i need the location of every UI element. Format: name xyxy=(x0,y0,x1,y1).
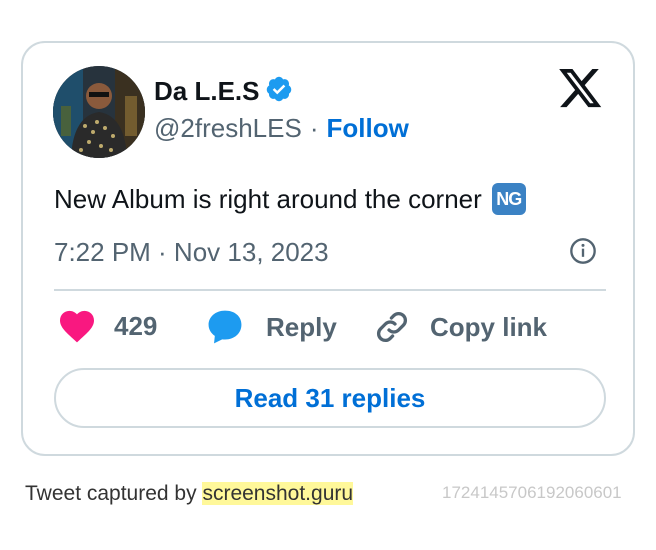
link-icon xyxy=(377,312,407,342)
reply-label: Reply xyxy=(266,311,337,342)
tweet-id: 1724145706192060601 xyxy=(442,483,622,502)
avatar[interactable] xyxy=(53,66,145,158)
capture-credit: Tweet captured by screenshot.guru xyxy=(25,482,354,506)
copy-link-button[interactable]: Copy link xyxy=(374,309,547,345)
verified-badge-icon xyxy=(265,75,293,108)
tweet-card: Da L.E.S @2freshLES · Follow New Album i… xyxy=(21,41,635,456)
author-name-row: Da L.E.S xyxy=(154,75,293,108)
reply-bubble-icon xyxy=(208,310,242,344)
tweet-body: New Album is right around the corner xyxy=(54,183,482,214)
capture-credit-prefix: Tweet captured by xyxy=(25,482,197,505)
follow-button[interactable]: Follow xyxy=(326,113,408,144)
x-logo-icon[interactable] xyxy=(559,69,603,109)
author-handle[interactable]: @2freshLES xyxy=(154,113,302,144)
tweet-timestamp[interactable]: 7:22 PM · Nov 13, 2023 xyxy=(54,237,329,268)
read-replies-button[interactable]: Read 31 replies xyxy=(54,368,606,428)
reply-button[interactable]: Reply xyxy=(206,309,337,345)
heart-icon xyxy=(60,310,94,343)
info-icon[interactable] xyxy=(569,237,597,265)
author-display-name[interactable]: Da L.E.S xyxy=(154,76,259,107)
copy-link-label: Copy link xyxy=(430,311,548,342)
author-handle-row: @2freshLES · Follow xyxy=(154,113,409,144)
separator-dot: · xyxy=(309,113,319,143)
screenshot-guru-link[interactable]: screenshot.guru xyxy=(202,482,354,505)
divider xyxy=(54,289,606,291)
like-button[interactable]: 429 xyxy=(58,309,157,343)
like-count: 429 xyxy=(114,310,158,341)
ng-flag-emoji: NG xyxy=(491,183,526,215)
tweet-text: New Album is right around the corner NG xyxy=(54,183,526,215)
action-bar: 429 Reply Copy link xyxy=(54,309,614,349)
